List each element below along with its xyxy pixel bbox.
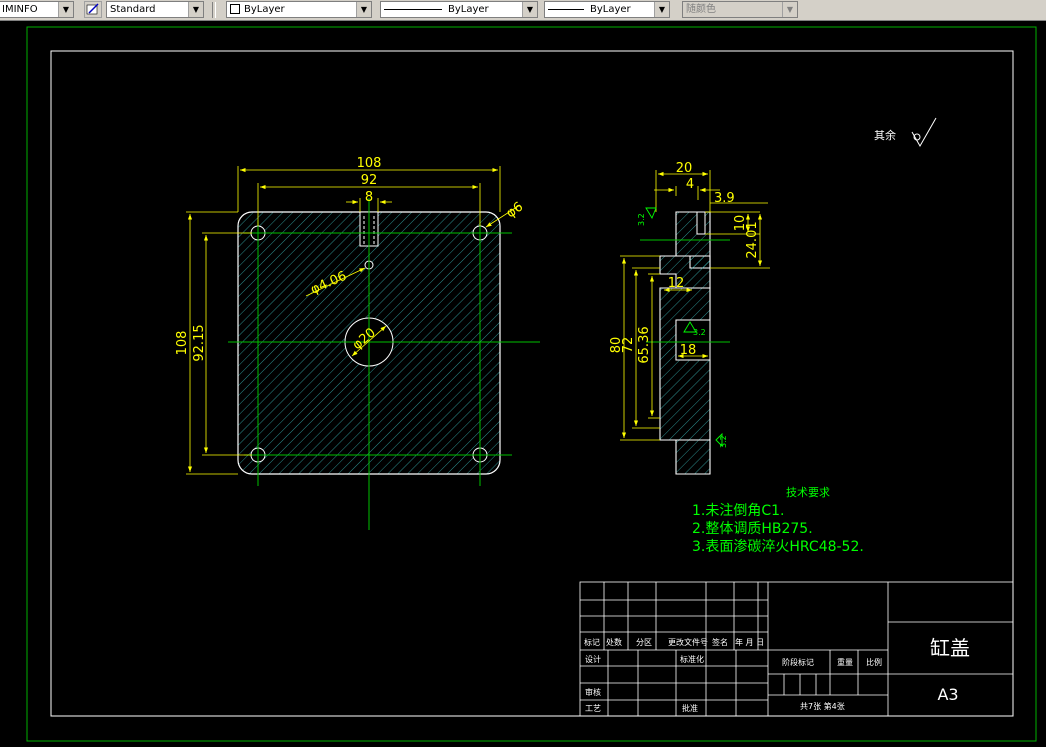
chevron-down-icon[interactable]: ▼ bbox=[356, 2, 371, 17]
title-block-label: 标准化 bbox=[680, 654, 704, 664]
layer-value: ByLayer bbox=[244, 4, 285, 15]
title-block-label: 审核 bbox=[585, 687, 601, 697]
tech-requirement-item: 3.表面渗碳淬火HRC48-52. bbox=[692, 539, 864, 555]
title-block-label: 比例 bbox=[866, 657, 882, 667]
tech-requirement-item: 1.未注倒角C1. bbox=[692, 503, 785, 519]
roughness-check-icon bbox=[911, 117, 937, 148]
title-block-header: 分区 bbox=[636, 638, 652, 647]
dim-text: 108 bbox=[175, 331, 190, 356]
sheet-inner-border bbox=[50, 50, 1014, 717]
title-block-label: 设计 bbox=[585, 654, 601, 664]
title-block-header: 签名 bbox=[712, 637, 728, 647]
dim-text: 92.15 bbox=[192, 324, 207, 361]
title-block-label: 批准 bbox=[682, 703, 698, 713]
dim-text: 3.9 bbox=[714, 191, 735, 206]
sheet-count: 共7张 第4张 bbox=[800, 701, 845, 711]
dim-text: 20 bbox=[676, 161, 693, 176]
dim-text: 8 bbox=[365, 190, 373, 205]
section-view[interactable]: 20 4 3.9 10 24.01 12 80 72 65.36 18 3.2 … bbox=[609, 161, 770, 475]
properties-toolbar: IMINFO ▼ Standard ▼ ByLayer ▼ ByLayer ▼ … bbox=[0, 0, 1046, 21]
chevron-down-icon[interactable]: ▼ bbox=[782, 2, 797, 17]
title-block-header: 年 月 日 bbox=[735, 637, 764, 647]
title-block-header: 标记 bbox=[584, 637, 600, 647]
color-swatch-icon bbox=[230, 4, 240, 14]
title-block-header: 处数 bbox=[606, 637, 622, 647]
tech-requirements-title: 技术要求 bbox=[786, 486, 830, 499]
front-view[interactable]: 108 92 8 φ6 φ4.06 φ20 108 92.15 bbox=[175, 156, 540, 530]
linetype-value: ByLayer bbox=[448, 4, 489, 15]
lineweight-value: ByLayer bbox=[590, 4, 631, 15]
text-style-icon[interactable] bbox=[84, 1, 102, 18]
chevron-down-icon[interactable]: ▼ bbox=[654, 2, 669, 17]
dim-text: φ6 bbox=[504, 199, 526, 221]
roughness-note: 其余 bbox=[874, 128, 896, 142]
plot-style-select[interactable]: 随颜色 ▼ bbox=[682, 1, 798, 18]
chevron-down-icon[interactable]: ▼ bbox=[188, 2, 203, 17]
dim-text: 108 bbox=[357, 156, 382, 171]
linetype-sample bbox=[384, 8, 442, 10]
dim-text: 4 bbox=[686, 177, 694, 192]
plot-style-value: 随颜色 bbox=[686, 4, 716, 15]
toolbar-separator bbox=[212, 2, 216, 18]
dim-text: 24.01 bbox=[745, 221, 760, 258]
title-block-header: 更改文件号 bbox=[668, 637, 708, 647]
dim-style-value: IMINFO bbox=[2, 4, 38, 15]
tech-requirement-item: 2.整体调质HB275. bbox=[692, 521, 813, 537]
roughness-value: 3.2 bbox=[693, 328, 706, 337]
linetype-select[interactable]: ByLayer ▼ bbox=[380, 1, 538, 18]
title-block-label: 重量 bbox=[837, 657, 853, 667]
text-style-select[interactable]: Standard ▼ bbox=[106, 1, 204, 18]
title-block-label: 阶段标记 bbox=[782, 657, 814, 667]
dim-text: 72 bbox=[621, 337, 636, 354]
lineweight-select[interactable]: ByLayer ▼ bbox=[544, 1, 670, 18]
title-block-label: 工艺 bbox=[585, 704, 601, 713]
chevron-down-icon[interactable]: ▼ bbox=[522, 2, 537, 17]
roughness-value: 3.2 bbox=[637, 213, 646, 226]
dim-style-select[interactable]: IMINFO ▼ bbox=[0, 1, 74, 18]
dim-text: 65.36 bbox=[637, 326, 652, 363]
dim-text: 92 bbox=[361, 173, 378, 188]
layer-color-select[interactable]: ByLayer ▼ bbox=[226, 1, 372, 18]
part-name: 缸盖 bbox=[930, 636, 970, 660]
roughness-value: 3.2 bbox=[719, 435, 728, 448]
dim-text: 18 bbox=[680, 343, 697, 358]
dim-text: 12 bbox=[668, 276, 685, 291]
chevron-down-icon[interactable]: ▼ bbox=[58, 2, 73, 17]
lineweight-sample bbox=[548, 8, 584, 10]
paper-size: A3 bbox=[937, 685, 958, 704]
drawing-canvas[interactable]: 108 92 8 φ6 φ4.06 φ20 108 92.15 20 4 3.9… bbox=[0, 20, 1046, 743]
text-style-value: Standard bbox=[110, 4, 156, 15]
